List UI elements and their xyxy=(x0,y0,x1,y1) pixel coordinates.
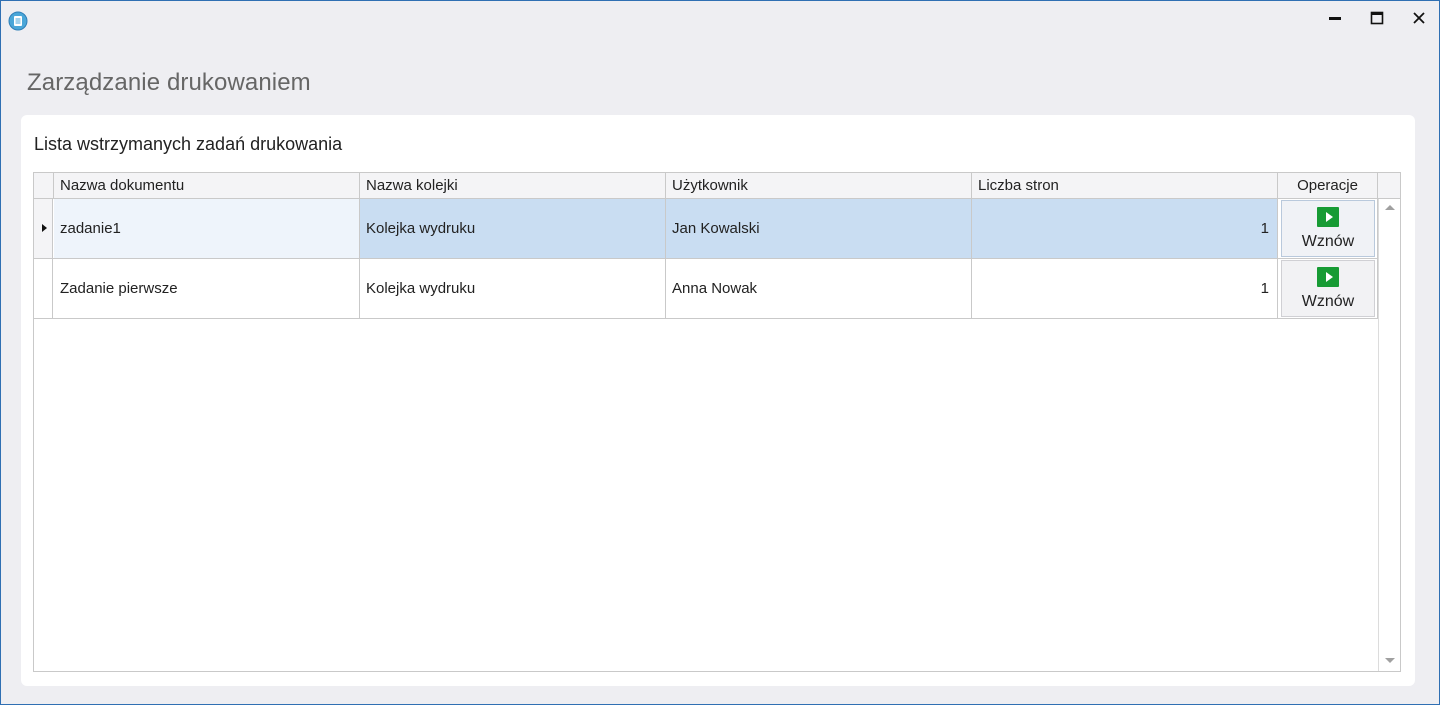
minimize-button[interactable] xyxy=(1320,7,1350,29)
maximize-button[interactable] xyxy=(1362,7,1392,29)
minimize-icon xyxy=(1329,17,1341,20)
play-icon xyxy=(1317,206,1339,227)
cell-operations: Wznów xyxy=(1278,259,1378,318)
cell-document[interactable]: zadanie1 xyxy=(54,199,360,258)
resume-button-label: Wznów xyxy=(1301,292,1355,310)
scroll-down-icon[interactable] xyxy=(1385,658,1395,663)
panel-title: Lista wstrzymanych zadań drukowania xyxy=(34,134,343,154)
cell-operations: Wznów xyxy=(1278,199,1378,258)
scroll-up-icon[interactable] xyxy=(1385,205,1395,210)
cell-queue[interactable]: Kolejka wydruku xyxy=(360,259,666,318)
app-window: Zarządzanie drukowaniem Lista wstrzymany… xyxy=(0,0,1440,705)
column-header-operations[interactable]: Operacje xyxy=(1278,173,1378,198)
current-row-indicator-icon xyxy=(42,224,47,232)
cell-user[interactable]: Anna Nowak xyxy=(666,259,972,318)
vertical-scrollbar[interactable] xyxy=(1378,199,1400,671)
cell-user[interactable]: Jan Kowalski xyxy=(666,199,972,258)
printer-queue-icon xyxy=(8,11,28,31)
cell-pages[interactable]: 1 xyxy=(972,259,1278,318)
page-title: Zarządzanie drukowaniem xyxy=(27,69,311,96)
table-row[interactable]: zadanie1 Kolejka wydruku Jan Kowalski 1 … xyxy=(34,199,1378,259)
cell-document[interactable]: Zadanie pierwsze xyxy=(54,259,360,318)
close-icon xyxy=(1413,12,1425,24)
column-header-user[interactable]: Użytkownik xyxy=(666,173,972,198)
resume-button-label: Wznów xyxy=(1301,232,1355,250)
row-header[interactable] xyxy=(34,259,53,318)
cell-pages[interactable]: 1 xyxy=(972,199,1278,258)
column-header-pages[interactable]: Liczba stron xyxy=(972,173,1278,198)
cell-queue[interactable]: Kolejka wydruku xyxy=(360,199,666,258)
play-icon xyxy=(1317,266,1339,287)
resume-button[interactable]: Wznów xyxy=(1281,260,1375,317)
close-button[interactable] xyxy=(1404,7,1434,29)
resume-button[interactable]: Wznów xyxy=(1281,200,1375,257)
maximize-icon xyxy=(1370,11,1384,25)
header-scroll-corner xyxy=(1378,173,1400,199)
row-header[interactable] xyxy=(34,199,53,258)
table-row[interactable]: Zadanie pierwsze Kolejka wydruku Anna No… xyxy=(34,259,1378,319)
column-header-queue[interactable]: Nazwa kolejki xyxy=(360,173,666,198)
print-jobs-grid: Nazwa dokumentu Nazwa kolejki Użytkownik… xyxy=(33,172,1401,672)
row-header-corner xyxy=(34,173,54,198)
held-jobs-panel: Lista wstrzymanych zadań drukowania Nazw… xyxy=(21,115,1415,686)
grid-header: Nazwa dokumentu Nazwa kolejki Użytkownik… xyxy=(34,173,1378,199)
column-header-document[interactable]: Nazwa dokumentu xyxy=(54,173,360,198)
